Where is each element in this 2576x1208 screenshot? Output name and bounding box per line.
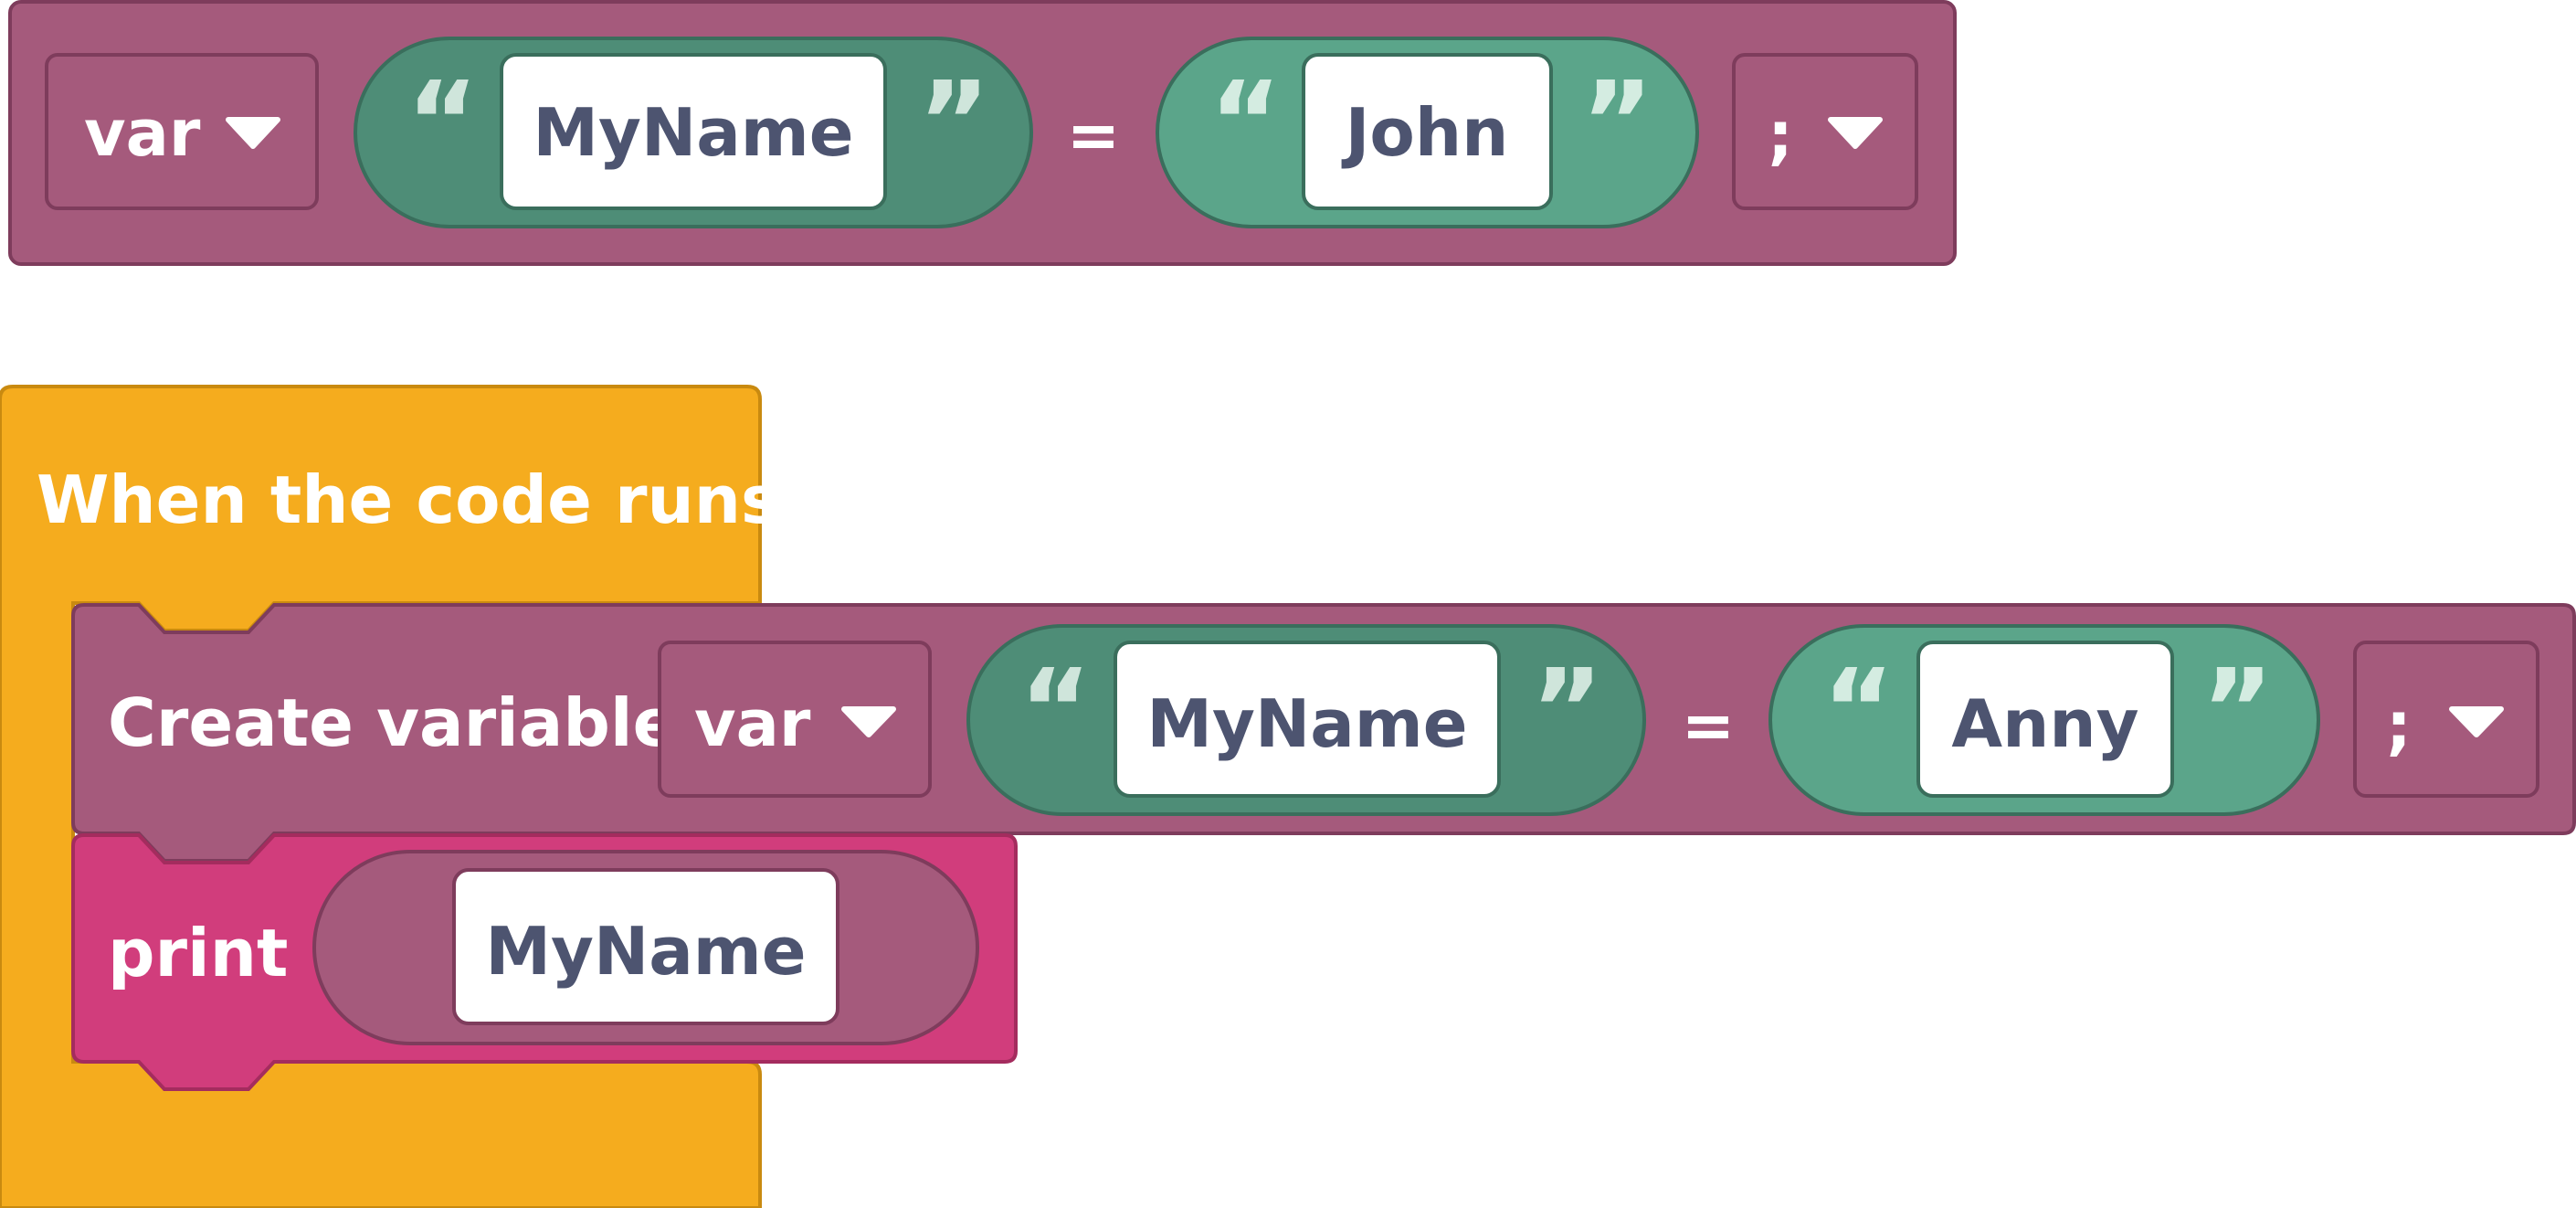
create-var-label: var	[694, 686, 811, 761]
open-quote-icon: “	[1822, 647, 1895, 774]
create-value-string-pill[interactable]: “ Anny ”	[1768, 624, 2320, 816]
top-name-string-pill[interactable]: “ MyName ”	[354, 37, 1033, 228]
create-var-dropdown[interactable]: var	[658, 641, 932, 798]
top-terminator-dropdown[interactable]: ;	[1732, 53, 1918, 210]
open-quote-icon: “	[1209, 59, 1282, 186]
print-arg-value: MyName	[485, 913, 806, 990]
top-var-dropdown[interactable]: var	[45, 53, 319, 210]
top-terminator-label: ;	[1768, 98, 1793, 173]
close-quote-icon: ”	[2201, 647, 2274, 774]
create-name-value: MyName	[1146, 685, 1467, 762]
top-value-text: John	[1341, 94, 1509, 171]
open-quote-icon: “	[1019, 647, 1092, 774]
create-terminator-dropdown[interactable]: ;	[2353, 641, 2539, 798]
create-variable-block[interactable]: Create variable var “ MyName ” = “ Anny …	[71, 603, 2576, 863]
open-quote-icon: “	[406, 59, 479, 186]
close-quote-icon: ”	[1531, 647, 1603, 774]
print-block[interactable]: print MyName	[71, 833, 1018, 1091]
top-name-value: MyName	[533, 94, 853, 171]
top-value-string-pill[interactable]: “ John ”	[1156, 37, 1699, 228]
close-quote-icon: ”	[1581, 59, 1653, 186]
create-terminator-label: ;	[2386, 688, 2412, 763]
top-equals-sign: =	[1067, 98, 1121, 173]
print-variable-pill[interactable]: MyName	[312, 850, 979, 1045]
block-canvas: var “ MyName ” = “ John ” ; When the cod…	[0, 0, 2576, 1208]
create-equals-sign: =	[1682, 688, 1736, 763]
close-quote-icon: ”	[918, 59, 990, 186]
create-name-string-pill[interactable]: “ MyName ”	[966, 624, 1646, 816]
print-label: print	[108, 915, 288, 991]
event-block-label: When the code runs	[37, 461, 780, 538]
top-variable-block[interactable]: var “ MyName ” = “ John ” ;	[8, 0, 1957, 266]
top-var-label: var	[84, 96, 201, 171]
create-variable-label: Create variable	[108, 684, 677, 761]
create-value-text: Anny	[1951, 685, 2138, 762]
